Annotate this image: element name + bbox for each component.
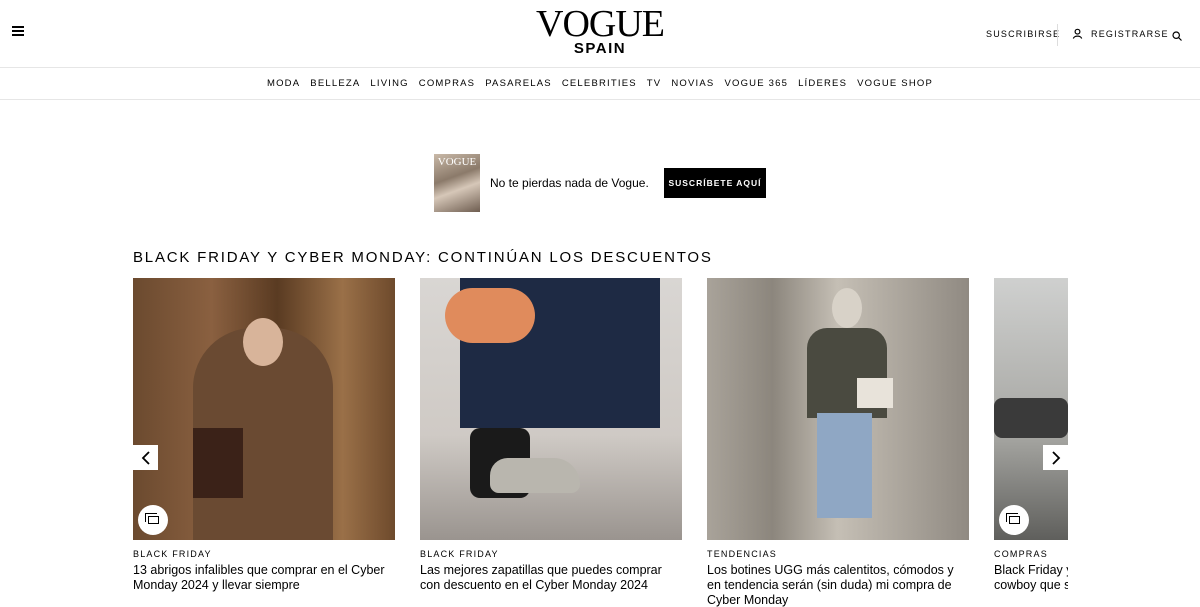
carousel-next-button[interactable] <box>1043 445 1068 470</box>
article-category[interactable]: BLACK FRIDAY <box>420 549 682 559</box>
article-card[interactable]: BLACK FRIDAY Las mejores zapatillas que … <box>420 278 682 593</box>
nav-item-vogue-365[interactable]: VOGUE 365 <box>724 78 788 89</box>
article-carousel: BLACK FRIDAY 13 abrigos infalibles que c… <box>133 278 1068 607</box>
article-image[interactable] <box>420 278 682 540</box>
article-title[interactable]: 13 abrigos infalibles que comprar en el … <box>133 563 395 593</box>
chevron-left-icon <box>141 450 150 465</box>
article-image[interactable] <box>707 278 969 540</box>
nav-item-living[interactable]: LIVING <box>370 78 408 89</box>
search-icon[interactable] <box>1172 31 1182 41</box>
article-category[interactable]: COMPRAS <box>994 549 1068 559</box>
article-title[interactable]: Las mejores zapatillas que puedes compra… <box>420 563 682 593</box>
article-category[interactable]: BLACK FRIDAY <box>133 549 395 559</box>
article-image[interactable] <box>994 278 1068 540</box>
user-icon <box>1072 28 1083 39</box>
nav-item-pasarelas[interactable]: PASARELAS <box>485 78 552 89</box>
nav-item-celebrities[interactable]: CELEBRITIES <box>562 78 637 89</box>
gallery-icon <box>999 505 1029 535</box>
nav-item-novias[interactable]: NOVIAS <box>671 78 714 89</box>
article-category[interactable]: TENDENCIAS <box>707 549 969 559</box>
nav-item-lideres[interactable]: LÍDERES <box>798 78 847 89</box>
article-card[interactable]: TENDENCIAS Los botines UGG más calentito… <box>707 278 969 607</box>
nav-item-belleza[interactable]: BELLEZA <box>310 78 360 89</box>
gallery-icon <box>138 505 168 535</box>
cover-logo: VOGUE <box>437 156 477 168</box>
nav-item-compras[interactable]: COMPRAS <box>419 78 475 89</box>
article-title[interactable]: Black Friday y Cyber Monday: botines de … <box>994 563 1068 593</box>
subscribe-here-button[interactable]: SUSCRÍBETE AQUÍ <box>664 168 766 198</box>
subscription-promo: VOGUE No te pierdas nada de Vogue. SUSCR… <box>434 154 766 212</box>
logo-edition: SPAIN <box>573 40 627 57</box>
article-title[interactable]: Los botines UGG más calentitos, cómodos … <box>707 563 969 607</box>
nav-item-vogue-shop[interactable]: VOGUE SHOP <box>857 78 933 89</box>
register-link[interactable]: REGISTRARSE <box>1072 28 1169 39</box>
article-card[interactable]: BLACK FRIDAY 13 abrigos infalibles que c… <box>133 278 395 593</box>
magazine-cover-image: VOGUE <box>434 154 480 212</box>
site-header: VOGUE SPAIN SUSCRIBIRSE REGISTRARSE <box>0 0 1200 68</box>
nav-item-moda[interactable]: MODA <box>267 78 300 89</box>
main-nav: MODA BELLEZA LIVING COMPRAS PASARELAS CE… <box>0 68 1200 100</box>
header-divider <box>1057 24 1058 46</box>
carousel-prev-button[interactable] <box>133 445 158 470</box>
article-image[interactable] <box>133 278 395 540</box>
article-card[interactable]: COMPRAS Black Friday y Cyber Monday: bot… <box>994 278 1068 593</box>
subscribe-link[interactable]: SUSCRIBIRSE <box>986 29 1060 39</box>
nav-item-tv[interactable]: TV <box>647 78 662 89</box>
chevron-right-icon <box>1051 450 1060 465</box>
promo-text: No te pierdas nada de Vogue. <box>490 176 649 190</box>
register-label: REGISTRARSE <box>1091 28 1169 39</box>
section-title: BLACK FRIDAY Y CYBER MONDAY: CONTINÚAN L… <box>133 249 713 266</box>
